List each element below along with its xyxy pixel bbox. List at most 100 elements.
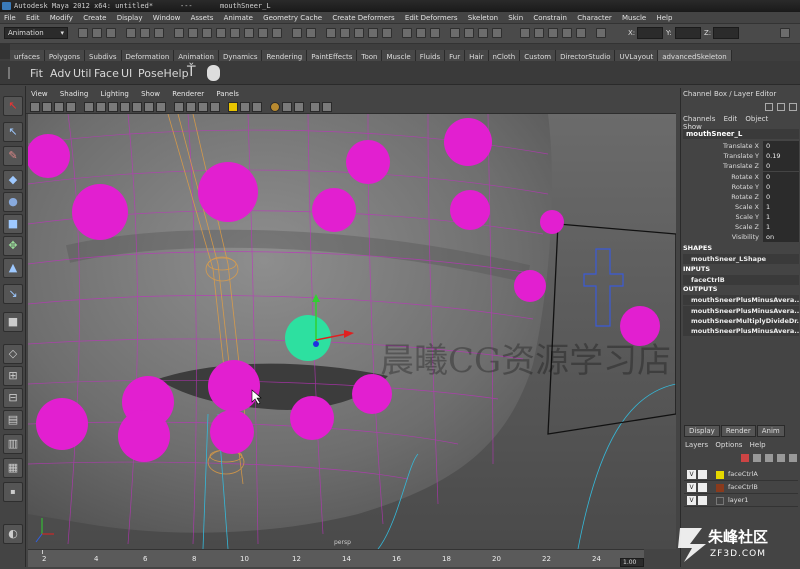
attr-visibility[interactable]: Visibility on xyxy=(683,232,799,242)
perspective-viewport[interactable]: 晨曦CG资源学习店 persp xyxy=(28,114,676,549)
layer-option-icon[interactable] xyxy=(789,454,797,462)
textured-icon[interactable] xyxy=(228,102,238,112)
snap-view-plane-icon[interactable] xyxy=(368,28,378,38)
new-layer-icon[interactable] xyxy=(741,454,749,462)
menu-skin[interactable]: Skin xyxy=(504,12,527,24)
attr-rotate-z[interactable]: Rotate Z 0 xyxy=(683,192,799,202)
control-sphere[interactable] xyxy=(540,210,564,234)
snap-point-icon[interactable] xyxy=(354,28,364,38)
layer-color-swatch[interactable] xyxy=(716,497,724,505)
select-component-icon[interactable] xyxy=(154,28,164,38)
panel-menu-panels[interactable]: Panels xyxy=(211,89,244,100)
shelf-button-face[interactable]: Face xyxy=(94,67,119,80)
select-misc-icon[interactable] xyxy=(272,28,282,38)
open-scene-icon[interactable] xyxy=(92,28,102,38)
dope-sheet-icon[interactable] xyxy=(562,28,572,38)
shelf-menu-icon[interactable] xyxy=(0,44,10,59)
attr-value[interactable]: 1 xyxy=(763,212,799,222)
select-surface-icon[interactable] xyxy=(216,28,226,38)
control-sphere[interactable] xyxy=(36,398,88,450)
shadows-icon[interactable] xyxy=(252,102,262,112)
render-view-icon[interactable] xyxy=(450,28,460,38)
shelf-button-adv[interactable]: Adv xyxy=(50,67,71,80)
menu-constrain[interactable]: Constrain xyxy=(529,12,571,24)
outliner-icon[interactable] xyxy=(534,28,544,38)
cb-layout-icon[interactable] xyxy=(789,103,797,111)
panel-menu-lighting[interactable]: Lighting xyxy=(96,89,134,100)
hypershade-icon[interactable] xyxy=(520,28,530,38)
output-ops-icon[interactable] xyxy=(416,28,426,38)
attr-translate-z[interactable]: Translate Z 0 xyxy=(683,161,799,171)
menu-assets[interactable]: Assets xyxy=(187,12,218,24)
image-plane-icon[interactable] xyxy=(66,102,76,112)
attr-value[interactable]: 0.19 xyxy=(763,151,799,161)
menu-edit-deformers[interactable]: Edit Deformers xyxy=(401,12,462,24)
time-slider[interactable]: 2 4 6 8 10 12 14 16 18 20 22 24 xyxy=(28,549,644,567)
layer-playback-toggle[interactable] xyxy=(698,470,707,479)
highlight-selection-icon[interactable] xyxy=(306,28,316,38)
select-object-icon[interactable] xyxy=(140,28,150,38)
input-node[interactable]: faceCtrlB xyxy=(683,275,799,285)
lasso-tool-icon[interactable]: ↖ xyxy=(3,122,23,142)
control-sphere[interactable] xyxy=(620,306,660,346)
layer-tab-display[interactable]: Display xyxy=(684,425,720,437)
move-tool-icon[interactable]: ◆ xyxy=(3,170,23,190)
use-all-lights-icon[interactable] xyxy=(240,102,250,112)
layout-four-icon[interactable]: ⊞ xyxy=(3,366,23,386)
layer-color-swatch[interactable] xyxy=(716,484,724,492)
shelf-button-posehelp[interactable]: PoseHelp xyxy=(138,67,189,80)
layer-menu-layers[interactable]: Layers xyxy=(685,441,708,449)
layer-tab-render[interactable]: Render xyxy=(720,425,756,437)
attr-value[interactable]: on xyxy=(763,232,799,242)
layout-outliner-icon[interactable]: ▤ xyxy=(3,410,23,430)
control-sphere[interactable] xyxy=(290,396,334,440)
film-gate-icon[interactable] xyxy=(96,102,106,112)
control-sphere[interactable] xyxy=(208,360,260,412)
isolate-select-icon[interactable] xyxy=(282,102,292,112)
menu-muscle[interactable]: Muscle xyxy=(618,12,650,24)
xray-icon[interactable] xyxy=(210,102,220,112)
soft-mod-tool-icon[interactable]: ▲ xyxy=(3,258,23,278)
layer-row-facectrlb[interactable]: V faceCtrlB xyxy=(684,482,798,494)
layer-visibility-toggle[interactable]: V xyxy=(687,470,696,479)
new-layer-selected-icon[interactable] xyxy=(753,454,761,462)
attr-scale-y[interactable]: Scale Y 1 xyxy=(683,212,799,222)
display-layers-icon[interactable] xyxy=(310,102,320,112)
render-settings-icon[interactable] xyxy=(492,28,502,38)
layer-row-facectrla[interactable]: V faceCtrlA xyxy=(684,469,798,481)
select-dynamic-icon[interactable] xyxy=(244,28,254,38)
outliner-toggle-icon[interactable]: ◐ xyxy=(3,524,23,544)
z-field[interactable] xyxy=(713,27,739,39)
output-node[interactable]: mouthSneerPlusMinusAvera... xyxy=(683,295,799,305)
layout-hypershade-icon[interactable]: ▦ xyxy=(3,458,23,478)
paint-select-tool-icon[interactable]: ✎ xyxy=(3,146,23,166)
control-sphere[interactable] xyxy=(450,190,490,230)
layout-single-icon[interactable]: ◇ xyxy=(3,344,23,364)
wireframe-on-shaded-icon[interactable] xyxy=(198,102,208,112)
menu-character[interactable]: Character xyxy=(573,12,616,24)
cb-menu-channels[interactable]: Channels xyxy=(683,115,715,123)
current-time-field[interactable]: 1.00 xyxy=(620,558,644,567)
control-sphere[interactable] xyxy=(210,410,254,454)
x-field[interactable] xyxy=(637,27,663,39)
control-sphere[interactable] xyxy=(514,270,546,302)
control-sphere[interactable] xyxy=(346,140,390,184)
xray-joints-icon[interactable] xyxy=(294,102,304,112)
attr-value[interactable]: 1 xyxy=(763,222,799,232)
menu-display[interactable]: Display xyxy=(113,12,147,24)
layer-playback-toggle[interactable] xyxy=(698,496,707,505)
shelf-button-ui[interactable]: UI xyxy=(121,67,132,80)
ipr-render-icon[interactable] xyxy=(478,28,488,38)
menu-skeleton[interactable]: Skeleton xyxy=(464,12,502,24)
stick-figure-icon[interactable]: Ť xyxy=(187,64,196,80)
control-sphere[interactable] xyxy=(72,184,128,240)
layer-option-icon[interactable] xyxy=(765,454,773,462)
layer-visibility-toggle[interactable]: V xyxy=(687,483,696,492)
attr-scale-z[interactable]: Scale Z 1 xyxy=(683,222,799,232)
transform-mode-icon[interactable] xyxy=(596,28,606,38)
attr-scale-x[interactable]: Scale X 1 xyxy=(683,202,799,212)
make-live-icon[interactable] xyxy=(382,28,392,38)
bounding-box-icon[interactable] xyxy=(322,102,332,112)
layer-name[interactable]: faceCtrlB xyxy=(728,483,758,491)
layer-menu-options[interactable]: Options xyxy=(715,441,742,449)
